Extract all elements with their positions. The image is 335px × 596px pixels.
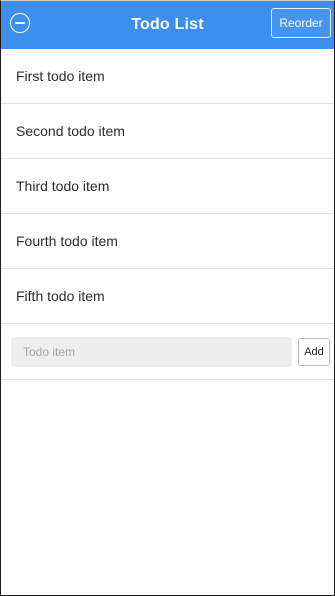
list-item[interactable]: Second todo item <box>1 104 334 159</box>
remove-circle-icon[interactable] <box>10 13 30 33</box>
reorder-button[interactable]: Reorder <box>271 8 331 38</box>
todo-list: First todo item Second todo item Third t… <box>1 49 334 324</box>
app-frame: Todo List Reorder First todo item Second… <box>0 0 335 596</box>
minus-icon <box>15 22 25 24</box>
header-bar: Todo List Reorder <box>1 1 334 49</box>
add-todo-form: Add <box>1 324 334 380</box>
list-item[interactable]: Fifth todo item <box>1 269 334 324</box>
todo-item-input[interactable] <box>11 336 292 367</box>
add-button[interactable]: Add <box>298 337 330 366</box>
list-item[interactable]: Third todo item <box>1 159 334 214</box>
page-title: Todo List <box>131 16 204 33</box>
list-item[interactable]: Fourth todo item <box>1 214 334 269</box>
list-item[interactable]: First todo item <box>1 49 334 104</box>
